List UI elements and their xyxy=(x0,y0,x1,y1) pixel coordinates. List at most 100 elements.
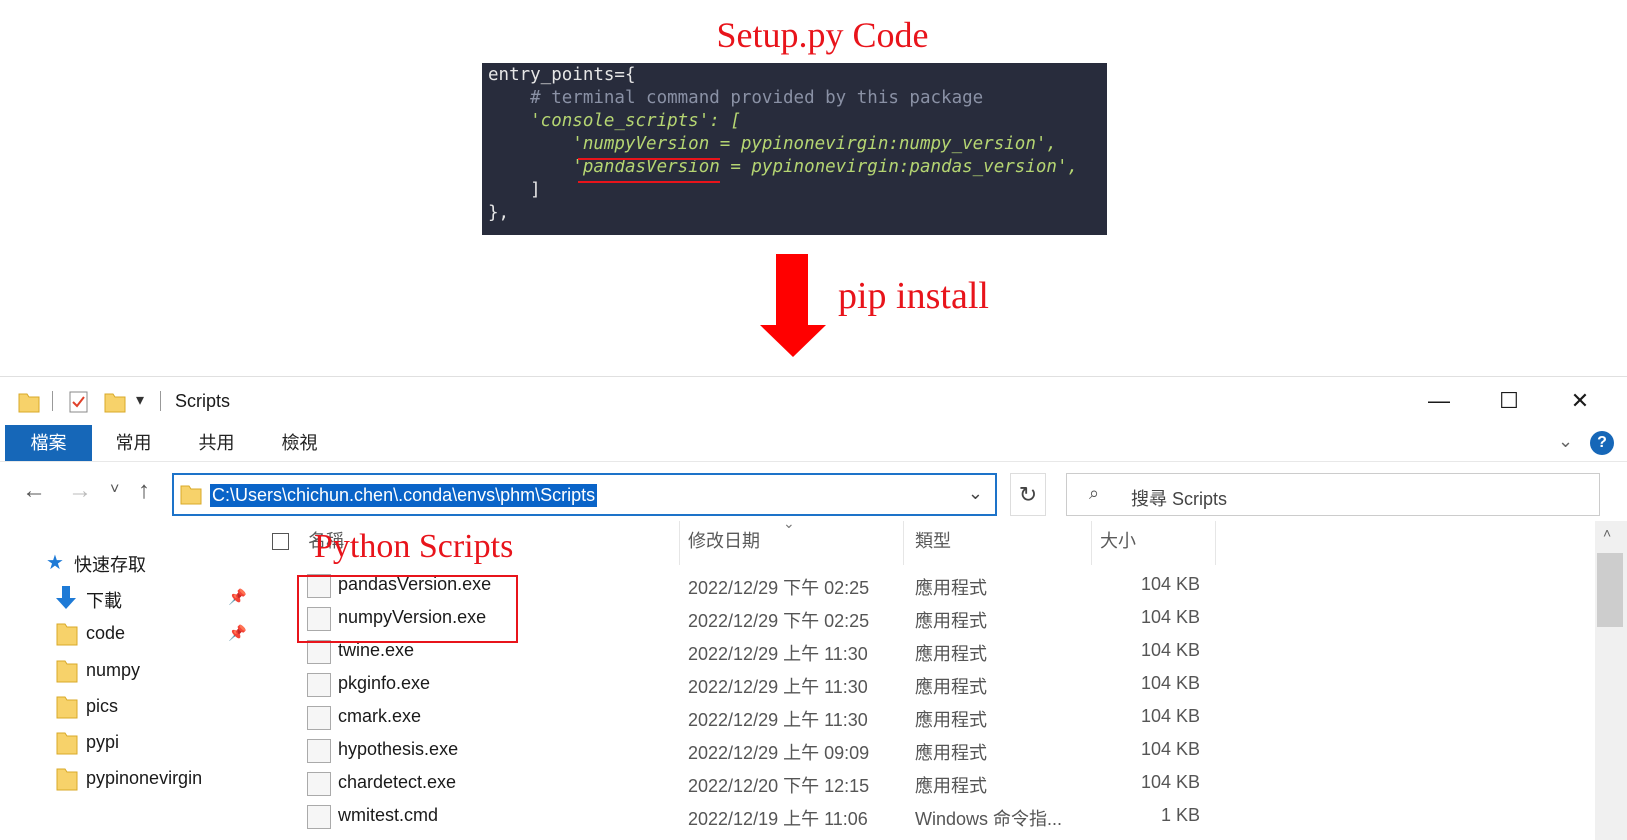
sidebar-item-label: pypi xyxy=(86,732,120,752)
recent-locations-icon[interactable]: ˅ xyxy=(110,481,119,499)
column-header-date[interactable]: 修改日期 xyxy=(688,527,760,561)
column-separator[interactable] xyxy=(1091,521,1092,565)
back-arrow-icon[interactable]: ← xyxy=(22,477,46,505)
up-arrow-icon[interactable]: ↑ xyxy=(138,477,150,505)
code-snippet: entry_points={ # terminal command provid… xyxy=(482,63,1107,235)
file-row[interactable]: chardetect.exe 2022/12/20 下午 12:15 應用程式 … xyxy=(255,767,1595,800)
column-separator[interactable] xyxy=(1215,521,1216,565)
file-name: cmark.exe xyxy=(338,706,422,726)
file-type: 應用程式 xyxy=(915,578,987,598)
sidebar-item-quick-access[interactable]: ★ 快速存取 xyxy=(0,545,255,579)
pip-install-label: pip install xyxy=(838,275,989,317)
file-row[interactable]: pkginfo.exe 2022/12/29 上午 11:30 應用程式 104… xyxy=(255,668,1595,701)
sidebar-item-pypinonevirgin[interactable]: pypinonevirgin xyxy=(0,762,255,796)
forward-arrow-icon[interactable]: → xyxy=(68,477,92,505)
file-date: 2022/12/29 下午 02:25 xyxy=(688,578,870,598)
code-line-6: ] xyxy=(488,180,541,200)
maximize-button[interactable]: ☐ xyxy=(1474,377,1544,425)
file-name: pkginfo.exe xyxy=(338,673,431,693)
chevron-down-icon[interactable]: ⌄ xyxy=(968,483,983,504)
properties-icon[interactable] xyxy=(68,390,90,414)
tab-share[interactable]: 共用 xyxy=(175,425,258,461)
file-size: 104 KB xyxy=(1140,706,1200,726)
address-bar[interactable]: C:\Users\chichun.chen\.conda\envs\phm\Sc… xyxy=(172,473,997,516)
minimize-button[interactable]: — xyxy=(1404,377,1474,425)
file-row[interactable]: cmark.exe 2022/12/29 上午 11:30 應用程式 104 K… xyxy=(255,701,1595,734)
cmd-file-icon xyxy=(307,805,331,829)
new-folder-icon[interactable] xyxy=(104,390,126,414)
python-exe-icon xyxy=(307,706,331,730)
file-size: 104 KB xyxy=(1140,607,1200,627)
window-title: Scripts xyxy=(175,391,231,411)
python-exe-icon xyxy=(307,673,331,697)
folder-icon xyxy=(56,660,78,683)
sidebar-item-numpy[interactable]: numpy xyxy=(0,654,255,688)
explorer-window: ▾ Scripts — ☐ ✕ 檔案 常用 共用 檢視 ⌄ ? ← → ˅ ↑ … xyxy=(0,376,1627,840)
python-exe-icon xyxy=(307,640,331,664)
sidebar-item-code[interactable]: code 📌 xyxy=(0,617,255,651)
file-date: 2022/12/29 上午 09:09 xyxy=(688,743,870,763)
code-line-1: entry_points={ xyxy=(488,65,636,85)
file-size: 1 KB xyxy=(1160,805,1200,825)
tab-file[interactable]: 檔案 xyxy=(5,425,92,461)
separator xyxy=(160,391,161,411)
file-type: 應用程式 xyxy=(915,644,987,664)
close-button[interactable]: ✕ xyxy=(1545,377,1615,425)
scroll-up-icon[interactable]: ˄ xyxy=(1603,525,1611,541)
underline-pandas xyxy=(578,181,720,183)
file-date: 2022/12/29 上午 11:30 xyxy=(688,677,868,697)
file-type: 應用程式 xyxy=(915,710,987,730)
star-icon: ★ xyxy=(46,552,64,574)
pin-icon: 📌 xyxy=(228,589,247,606)
column-header-size[interactable]: 大小 xyxy=(1100,527,1136,561)
folder-icon[interactable] xyxy=(18,390,40,414)
file-name: hypothesis.exe xyxy=(338,739,459,759)
file-size: 104 KB xyxy=(1140,640,1200,660)
sidebar-item-label: code xyxy=(86,623,126,643)
file-date: 2022/12/19 上午 11:06 xyxy=(688,809,868,829)
customize-toolbar-icon[interactable]: ▾ xyxy=(136,390,144,410)
file-size: 104 KB xyxy=(1140,574,1200,594)
column-separator[interactable] xyxy=(903,521,904,565)
code-line-3: 'console_scripts': [ xyxy=(488,111,741,131)
navigation-bar: ← → ˅ ↑ C:\Users\chichun.chen\.conda\env… xyxy=(0,461,1627,521)
column-separator[interactable] xyxy=(679,521,680,565)
select-all-checkbox[interactable] xyxy=(272,533,289,550)
search-box[interactable]: ⌕ 搜尋 Scripts xyxy=(1066,473,1600,516)
setup-code-title: Setup.py Code xyxy=(716,15,929,55)
code-line-4: 'numpyVersion = pypinonevirgin:numpy_ver… xyxy=(488,134,1057,154)
tab-home[interactable]: 常用 xyxy=(92,425,175,461)
sidebar-item-downloads[interactable]: 下載 📌 xyxy=(0,581,255,615)
file-type: 應用程式 xyxy=(915,743,987,763)
pin-icon: 📌 xyxy=(228,625,247,642)
python-exe-icon xyxy=(307,772,331,796)
sidebar-item-pics[interactable]: pics xyxy=(0,690,255,724)
tab-view[interactable]: 檢視 xyxy=(258,425,341,461)
column-header-type[interactable]: 類型 xyxy=(915,527,951,561)
down-arrow-icon xyxy=(760,325,826,357)
refresh-button[interactable]: ↻ xyxy=(1010,473,1046,516)
search-icon: ⌕ xyxy=(1089,483,1100,503)
folder-icon xyxy=(56,732,78,755)
sidebar-item-pypi[interactable]: pypi xyxy=(0,726,255,760)
address-path[interactable]: C:\Users\chichun.chen\.conda\envs\phm\Sc… xyxy=(210,484,598,507)
file-type: 應用程式 xyxy=(915,776,987,796)
underline-numpy xyxy=(578,158,720,160)
highlight-box xyxy=(297,575,518,643)
file-name: twine.exe xyxy=(338,640,415,660)
navigation-pane: ★ 快速存取 下載 📌 code 📌 numpy pics pypi pypin… xyxy=(0,521,255,840)
file-size: 104 KB xyxy=(1140,739,1200,759)
code-line-2: # terminal command provided by this pack… xyxy=(488,88,984,108)
download-icon xyxy=(56,586,76,609)
file-size: 104 KB xyxy=(1140,772,1200,792)
file-row[interactable]: wmitest.cmd 2022/12/19 上午 11:06 Windows … xyxy=(255,800,1595,833)
scrollbar-thumb[interactable] xyxy=(1597,553,1623,627)
expand-ribbon-icon[interactable]: ⌄ xyxy=(1558,431,1573,452)
ribbon-tabs: 檔案 常用 共用 檢視 ⌄ ? xyxy=(0,425,1627,462)
file-row[interactable]: hypothesis.exe 2022/12/29 上午 09:09 應用程式 … xyxy=(255,734,1595,767)
sidebar-item-label: 下載 xyxy=(86,591,122,611)
file-date: 2022/12/29 上午 11:30 xyxy=(688,710,868,730)
help-icon[interactable]: ? xyxy=(1590,431,1614,455)
file-type: 應用程式 xyxy=(915,677,987,697)
sidebar-item-label: 快速存取 xyxy=(74,555,146,575)
